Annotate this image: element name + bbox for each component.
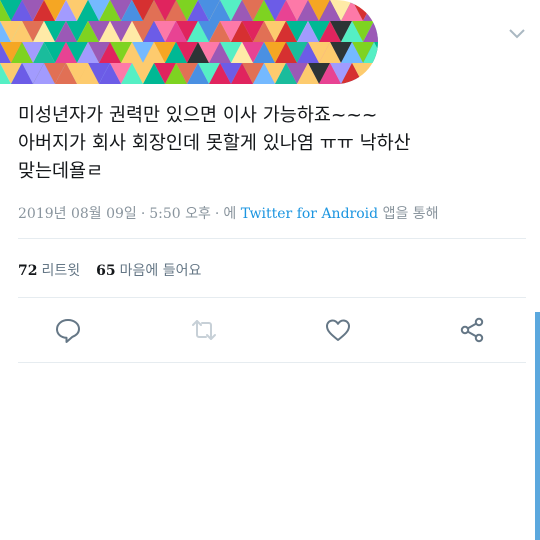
tweet-time: 5:50 오후: [149, 206, 211, 222]
retweets-label: 리트윗: [41, 263, 81, 279]
chevron-down-icon[interactable]: [508, 26, 526, 40]
divider: [18, 297, 526, 298]
retweets-count: 72: [18, 263, 38, 279]
tweet-stats: 72 리트윗 65 마음에 들어요: [18, 260, 217, 280]
heart-icon[interactable]: [324, 316, 352, 344]
likes-count: 65: [96, 263, 116, 279]
via-prefix: 에: [223, 206, 237, 222]
tweet-date: 2019년 08월 09일: [18, 206, 137, 222]
source-app-link[interactable]: Twitter for Android: [241, 206, 378, 222]
scrollbar[interactable]: [535, 312, 540, 540]
likes-stat[interactable]: 65 마음에 들어요: [96, 263, 217, 279]
share-icon[interactable]: [458, 316, 486, 344]
mosaic-pattern: [0, 0, 378, 84]
meta-separator: ·: [140, 206, 146, 222]
divider: [18, 238, 526, 239]
redacted-profile-mosaic: [0, 0, 378, 84]
tweet-timestamp: 2019년 08월 09일 · 5:50 오후 · 에 Twitter for Andr…: [18, 203, 439, 223]
meta-separator: ·: [214, 206, 220, 222]
retweets-stat[interactable]: 72 리트윗: [18, 263, 96, 279]
reply-icon[interactable]: [54, 316, 82, 344]
divider: [18, 362, 526, 363]
retweet-icon[interactable]: [190, 316, 218, 344]
via-suffix: 앱을 통해: [382, 206, 439, 222]
likes-label: 마음에 들어요: [119, 263, 202, 279]
tweet-text: 미성년자가 권력만 있으면 이사 가능하죠~~~ 아버지가 회사 회장인데 못할…: [18, 105, 411, 182]
